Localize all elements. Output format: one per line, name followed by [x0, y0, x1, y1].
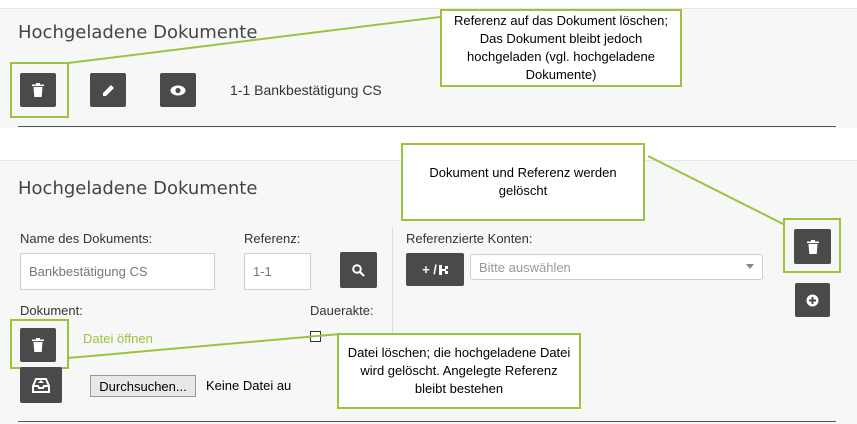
referenz-label: Referenz:	[244, 231, 301, 246]
hierarchy-icon	[438, 264, 448, 275]
delete-file-highlight	[10, 319, 69, 369]
delete-document-highlight	[783, 218, 841, 273]
konten-placeholder: Bitte auswählen	[479, 259, 571, 275]
dokument-label: Dokument:	[20, 303, 83, 318]
open-file-link[interactable]: Datei öffnen	[83, 331, 153, 346]
top-edit-button[interactable]	[90, 73, 126, 107]
name-label: Name des Dokuments:	[20, 231, 153, 246]
bottom-section-title: Hochgeladene Dokumente	[18, 178, 258, 199]
chevron-down-icon	[746, 264, 754, 269]
no-file-text: Keine Datei au	[206, 378, 292, 393]
document-name-value: Bankbestätigung CS	[29, 264, 148, 279]
eye-icon	[170, 85, 186, 95]
top-document-entry[interactable]: 1-1 Bankbestätigung CS	[230, 82, 382, 98]
plus-circle-icon	[806, 294, 819, 306]
top-view-button[interactable]	[160, 73, 196, 107]
callout-delete-reference: Referenz auf das Dokument löschen; Das D…	[440, 9, 682, 87]
pencil-icon	[102, 84, 114, 96]
bottom-divider	[18, 421, 836, 422]
konten-add-button[interactable]: + /	[406, 253, 464, 286]
konten-select[interactable]: Bitte auswählen	[470, 254, 763, 280]
browse-button[interactable]: Durchsuchen...	[90, 375, 196, 397]
konten-add-label: + /	[422, 262, 437, 277]
add-document-button[interactable]	[795, 283, 830, 317]
konten-label: Referenzierte Konten:	[406, 231, 533, 246]
referenz-search-button[interactable]	[340, 252, 377, 288]
callout-delete-file: Datei löschen; die hochgeladene Datei wi…	[337, 333, 581, 409]
top-divider	[18, 126, 836, 127]
inbox-upload-icon	[32, 378, 50, 393]
referenz-input[interactable]: 1-1	[244, 253, 311, 290]
document-name-input[interactable]: Bankbestätigung CS	[20, 253, 215, 290]
top-delete-highlight	[10, 62, 69, 118]
search-icon	[352, 263, 365, 277]
upload-button[interactable]	[20, 367, 62, 403]
referenz-value: 1-1	[253, 264, 272, 279]
top-section-title: Hochgeladene Dokumente	[18, 22, 258, 43]
dauerakte-label: Dauerakte:	[310, 303, 374, 318]
callout-delete-document: Dokument und Referenz werden gelöscht	[401, 143, 645, 221]
dauerakte-checkbox[interactable]	[310, 331, 321, 342]
